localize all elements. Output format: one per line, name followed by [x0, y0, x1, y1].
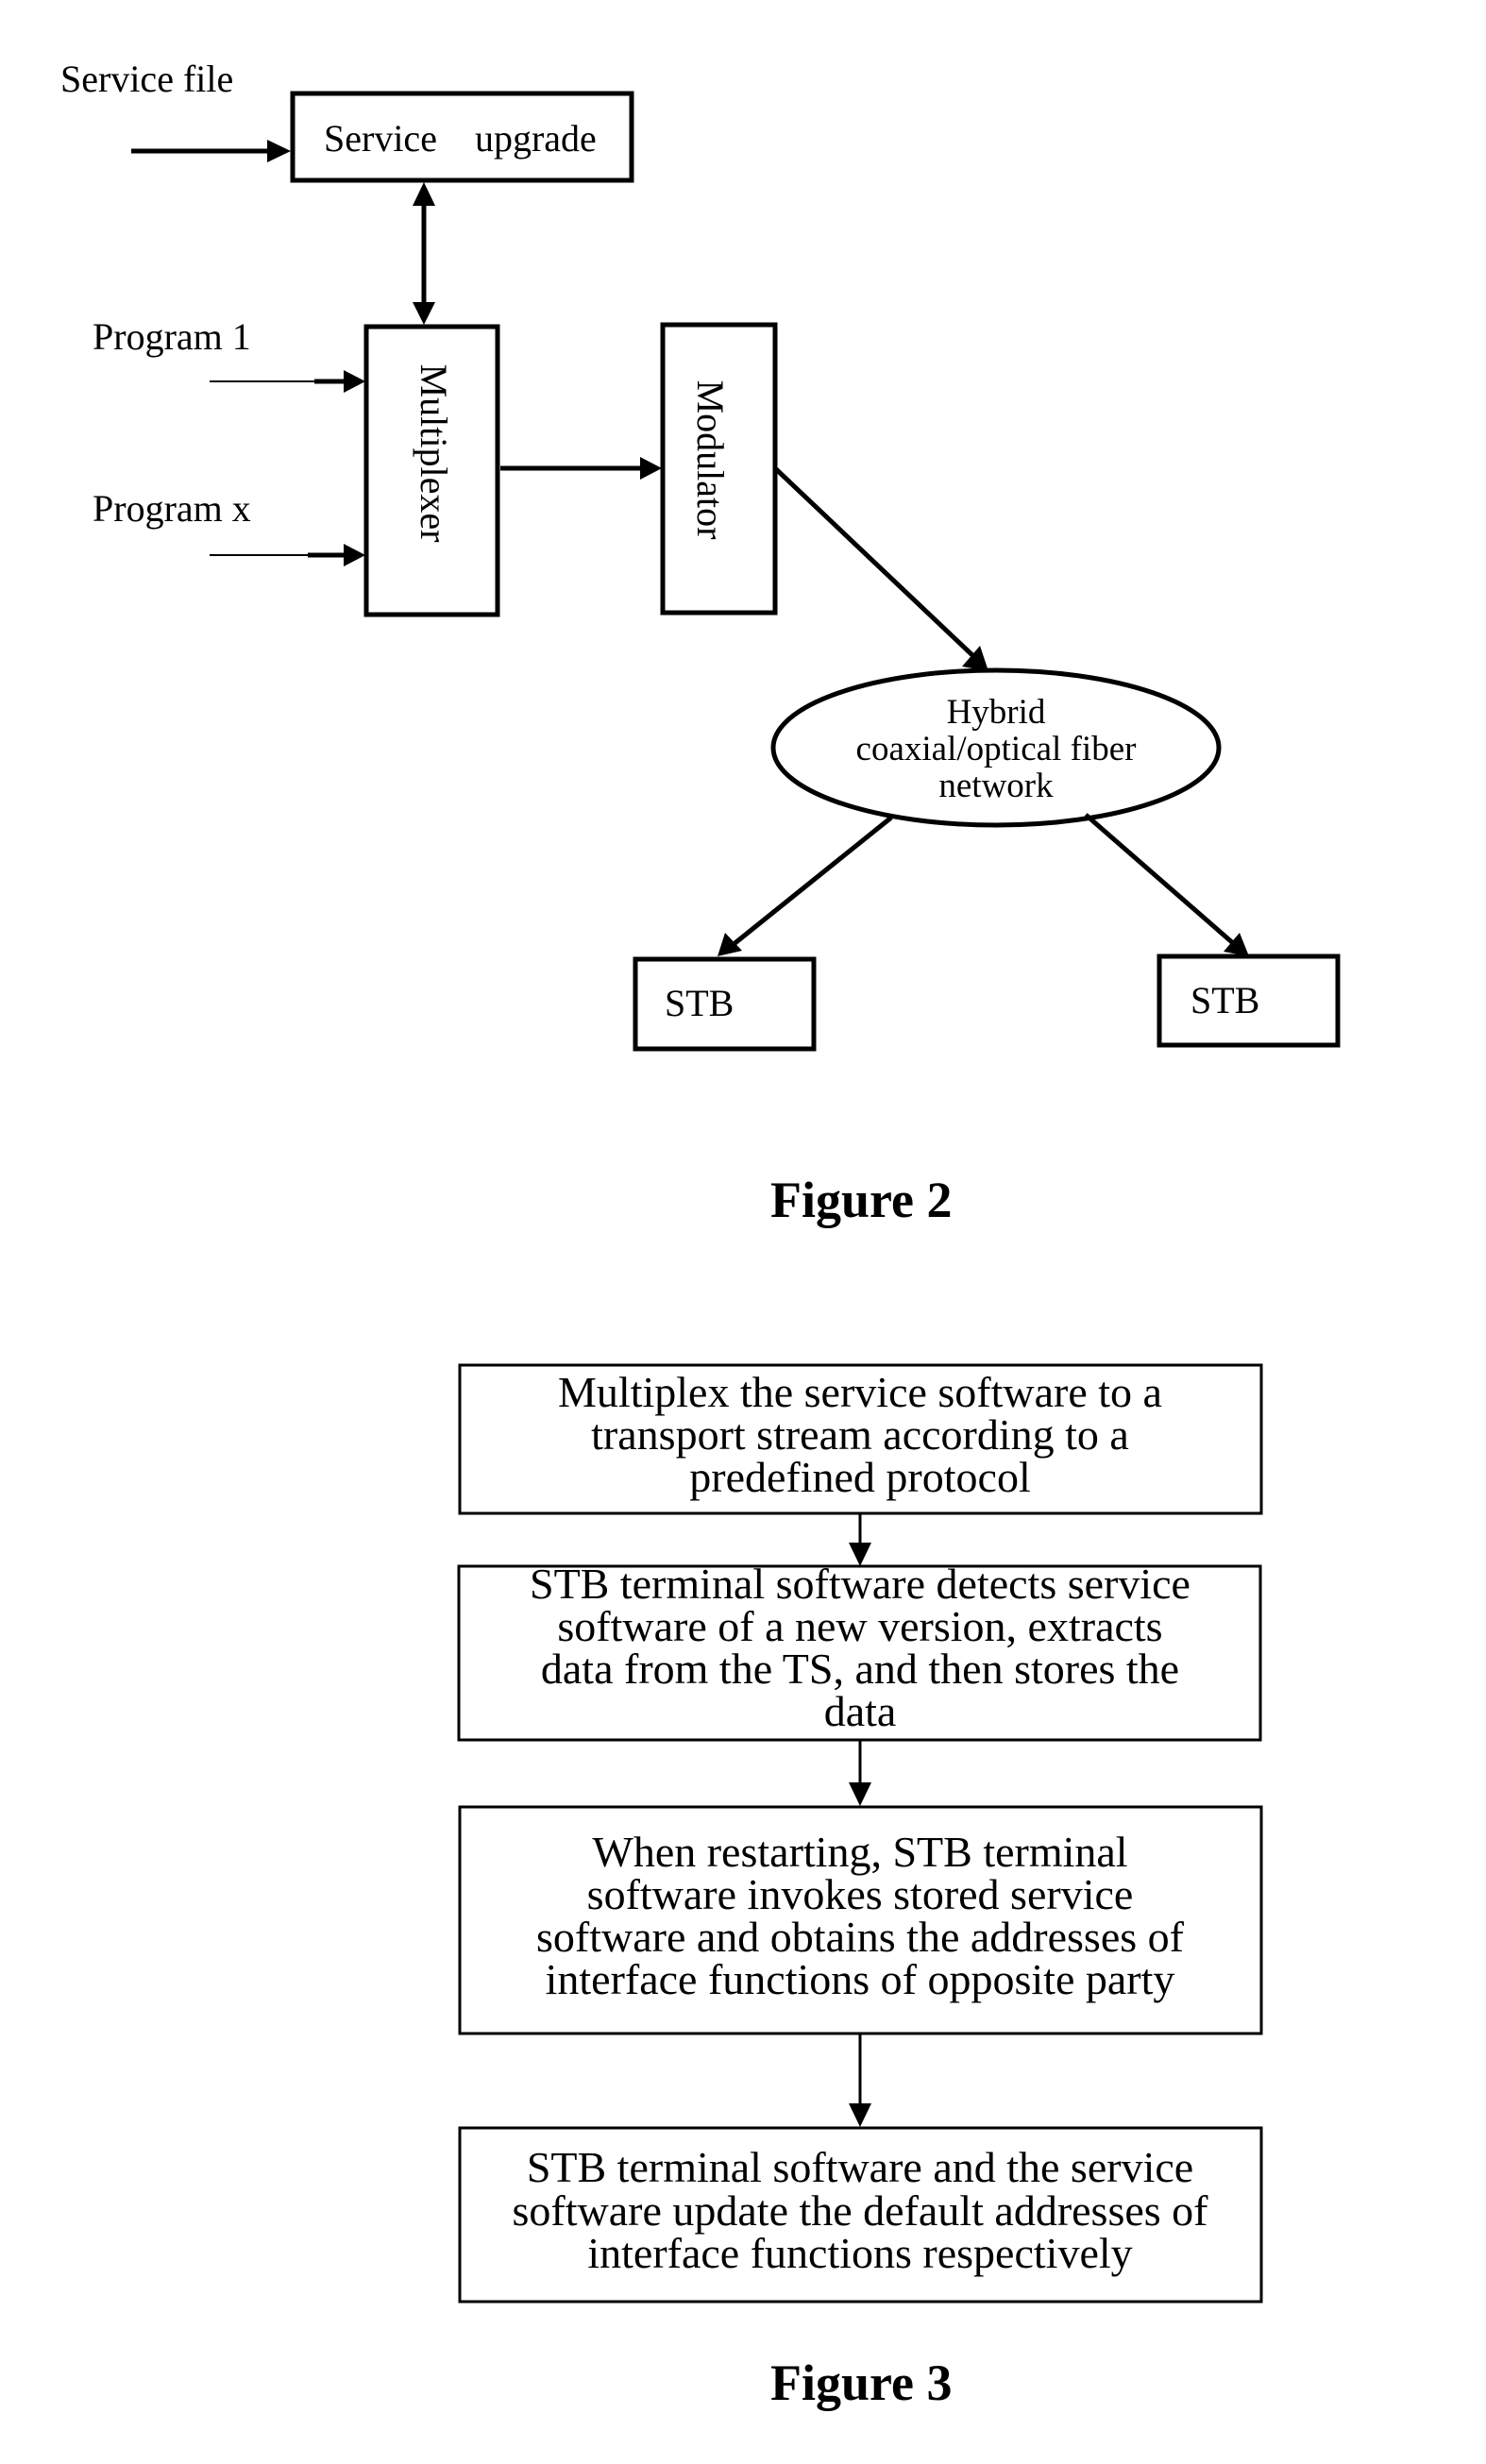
network-label-line-3: network	[938, 767, 1054, 805]
flow-step-3-line-1: When restarting, STB terminal	[592, 1828, 1127, 1876]
flow-step-2-line-1: STB terminal software detects service	[530, 1560, 1190, 1608]
patent-drawing-sheet: Service file Program 1 Program x Service…	[60, 58, 1341, 2411]
figure-3: Multiplex the service software to a tran…	[457, 1363, 1263, 2411]
flow-arrow-3-4	[849, 2034, 871, 2127]
arrowhead-icon	[344, 370, 365, 393]
network-label-line-2: coaxial/optical fiber	[856, 730, 1137, 768]
flow-step-4-line-2: software update the default addresses of	[513, 2186, 1209, 2235]
flow-step-4-line-1: STB terminal software and the service	[527, 2143, 1193, 2191]
flow-step-2-line-2: software of a new version, extracts	[557, 1602, 1162, 1650]
flow-arrow-2-3	[849, 1740, 871, 1806]
stb-right-label: STB	[1190, 979, 1259, 1021]
flow-step-4-line-3: interface functions respectively	[587, 2229, 1132, 2277]
arrowhead-icon	[344, 544, 365, 566]
arrowhead-icon	[640, 457, 662, 480]
stb-left-label: STB	[665, 982, 734, 1024]
program-x-arrow	[210, 544, 365, 566]
network-label-line-1: Hybrid	[947, 693, 1046, 732]
flow-step-3-line-4: interface functions of opposite party	[546, 1955, 1175, 2003]
modulator-label: Modulator	[689, 380, 732, 540]
service-file-label: Service file	[60, 58, 233, 100]
flow-step-1-line-2: transport stream according to a	[591, 1410, 1129, 1459]
multiplexer-label: Multiplexer	[413, 364, 455, 543]
program-x-label: Program x	[93, 487, 251, 530]
service-file-arrow	[131, 140, 291, 162]
arrowhead-down-icon	[849, 2103, 871, 2127]
arrowhead-icon	[718, 933, 742, 956]
flow-arrow-1-2	[849, 1513, 871, 1566]
modulator-network-arrow	[773, 466, 988, 671]
service-upgrade-label: Service upgrade	[324, 117, 597, 160]
network-stb-right-arrow	[1084, 813, 1249, 956]
multiplexer-modulator-arrow	[500, 457, 662, 480]
flow-step-2-line-4: data	[824, 1687, 897, 1735]
arrowhead-down-icon	[413, 302, 435, 325]
figure-3-caption: Figure 3	[770, 2354, 952, 2411]
flow-step-2-line-3: data from the TS, and then stores the	[541, 1645, 1179, 1693]
flow-step-1-line-3: predefined protocol	[689, 1453, 1030, 1501]
flow-step-1-line-1: Multiplex the service software to a	[558, 1368, 1162, 1416]
program-1-label: Program 1	[93, 315, 251, 358]
program-1-arrow	[210, 370, 365, 393]
figure-2: Service file Program 1 Program x Service…	[60, 58, 1341, 1228]
arrowhead-up-icon	[413, 182, 435, 206]
flow-step-3-line-3: software and obtains the addresses of	[536, 1913, 1185, 1961]
figure-2-caption: Figure 2	[770, 1172, 952, 1228]
network-stb-left-arrow	[718, 816, 893, 956]
arrowhead-icon	[267, 140, 291, 162]
flow-step-3-line-2: software invokes stored service	[587, 1870, 1134, 1918]
arrowhead-down-icon	[849, 1782, 871, 1806]
upgrade-multiplexer-bidirectional-arrow	[413, 182, 435, 325]
